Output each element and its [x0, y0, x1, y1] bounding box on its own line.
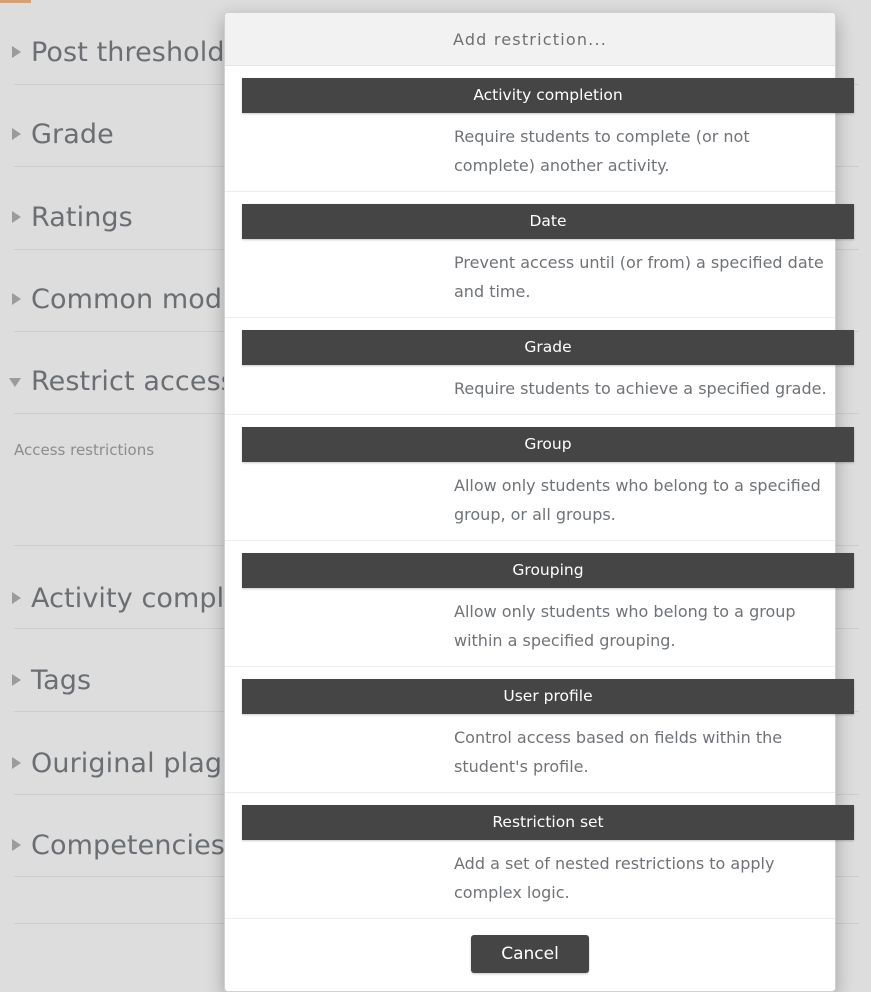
section-title-post-threshold: Post threshold	[31, 36, 225, 68]
chevron-right-icon	[12, 674, 21, 686]
chevron-right-icon	[12, 293, 21, 305]
user-profile-description: Control access based on fields within th…	[454, 728, 783, 776]
activity-completion-button[interactable]: Activity completion	[242, 78, 854, 113]
section-title-tags: Tags	[31, 664, 92, 696]
dialog-header: Add restriction...	[225, 13, 835, 66]
chevron-down-icon	[9, 378, 21, 387]
chevron-right-icon	[12, 211, 21, 223]
user-profile-button[interactable]: User profile	[242, 679, 854, 714]
section-title-competencies: Competencies	[31, 829, 225, 861]
chevron-right-icon	[12, 46, 21, 58]
restriction-set-button[interactable]: Restriction set	[242, 805, 854, 840]
section-title-common-module: Common mod	[31, 283, 223, 315]
dialog-body: Activity completion Require students to …	[225, 78, 854, 919]
add-restriction-dialog: Add restriction... Activity completion R…	[224, 12, 854, 992]
section-title-grade: Grade	[31, 118, 114, 150]
grouping-description: Allow only students who belong to a grou…	[454, 602, 796, 650]
restriction-option-group: Group Allow only students who belong to …	[225, 427, 854, 541]
access-restrictions-label: Access restrictions	[14, 441, 155, 459]
date-description: Prevent access until (or from) a specifi…	[454, 253, 824, 301]
restriction-option-activity-completion: Activity completion Require students to …	[225, 78, 854, 192]
date-button[interactable]: Date	[242, 204, 854, 239]
section-title-activity-completion: Activity comple	[31, 582, 241, 614]
restriction-option-date: Date Prevent access until (or from) a sp…	[225, 204, 854, 318]
grouping-button[interactable]: Grouping	[242, 553, 854, 588]
activity-completion-description: Require students to complete (or not com…	[454, 127, 750, 175]
dialog-footer: Cancel	[225, 919, 835, 991]
chevron-right-icon	[12, 592, 21, 604]
section-title-ouriginal: Ouriginal plagi	[31, 747, 230, 779]
chevron-right-icon	[12, 839, 21, 851]
group-button[interactable]: Group	[242, 427, 854, 462]
grade-description: Require students to achieve a specified …	[454, 379, 827, 398]
cancel-button[interactable]: Cancel	[471, 935, 589, 973]
section-title-ratings: Ratings	[31, 201, 133, 233]
restriction-option-user-profile: User profile Control access based on fie…	[225, 679, 854, 793]
group-description: Allow only students who belong to a spec…	[454, 476, 821, 524]
chevron-right-icon	[12, 128, 21, 140]
restriction-option-grouping: Grouping Allow only students who belong …	[225, 553, 854, 667]
restriction-option-restriction-set: Restriction set Add a set of nested rest…	[225, 805, 854, 919]
restriction-set-description: Add a set of nested restrictions to appl…	[454, 854, 775, 902]
chevron-right-icon	[12, 757, 21, 769]
restriction-option-grade: Grade Require students to achieve a spec…	[225, 330, 854, 415]
section-title-restrict-access: Restrict access	[31, 365, 235, 397]
dialog-title: Add restriction...	[452, 29, 608, 49]
grade-button[interactable]: Grade	[242, 330, 854, 365]
top-accent-bar	[0, 0, 31, 3]
